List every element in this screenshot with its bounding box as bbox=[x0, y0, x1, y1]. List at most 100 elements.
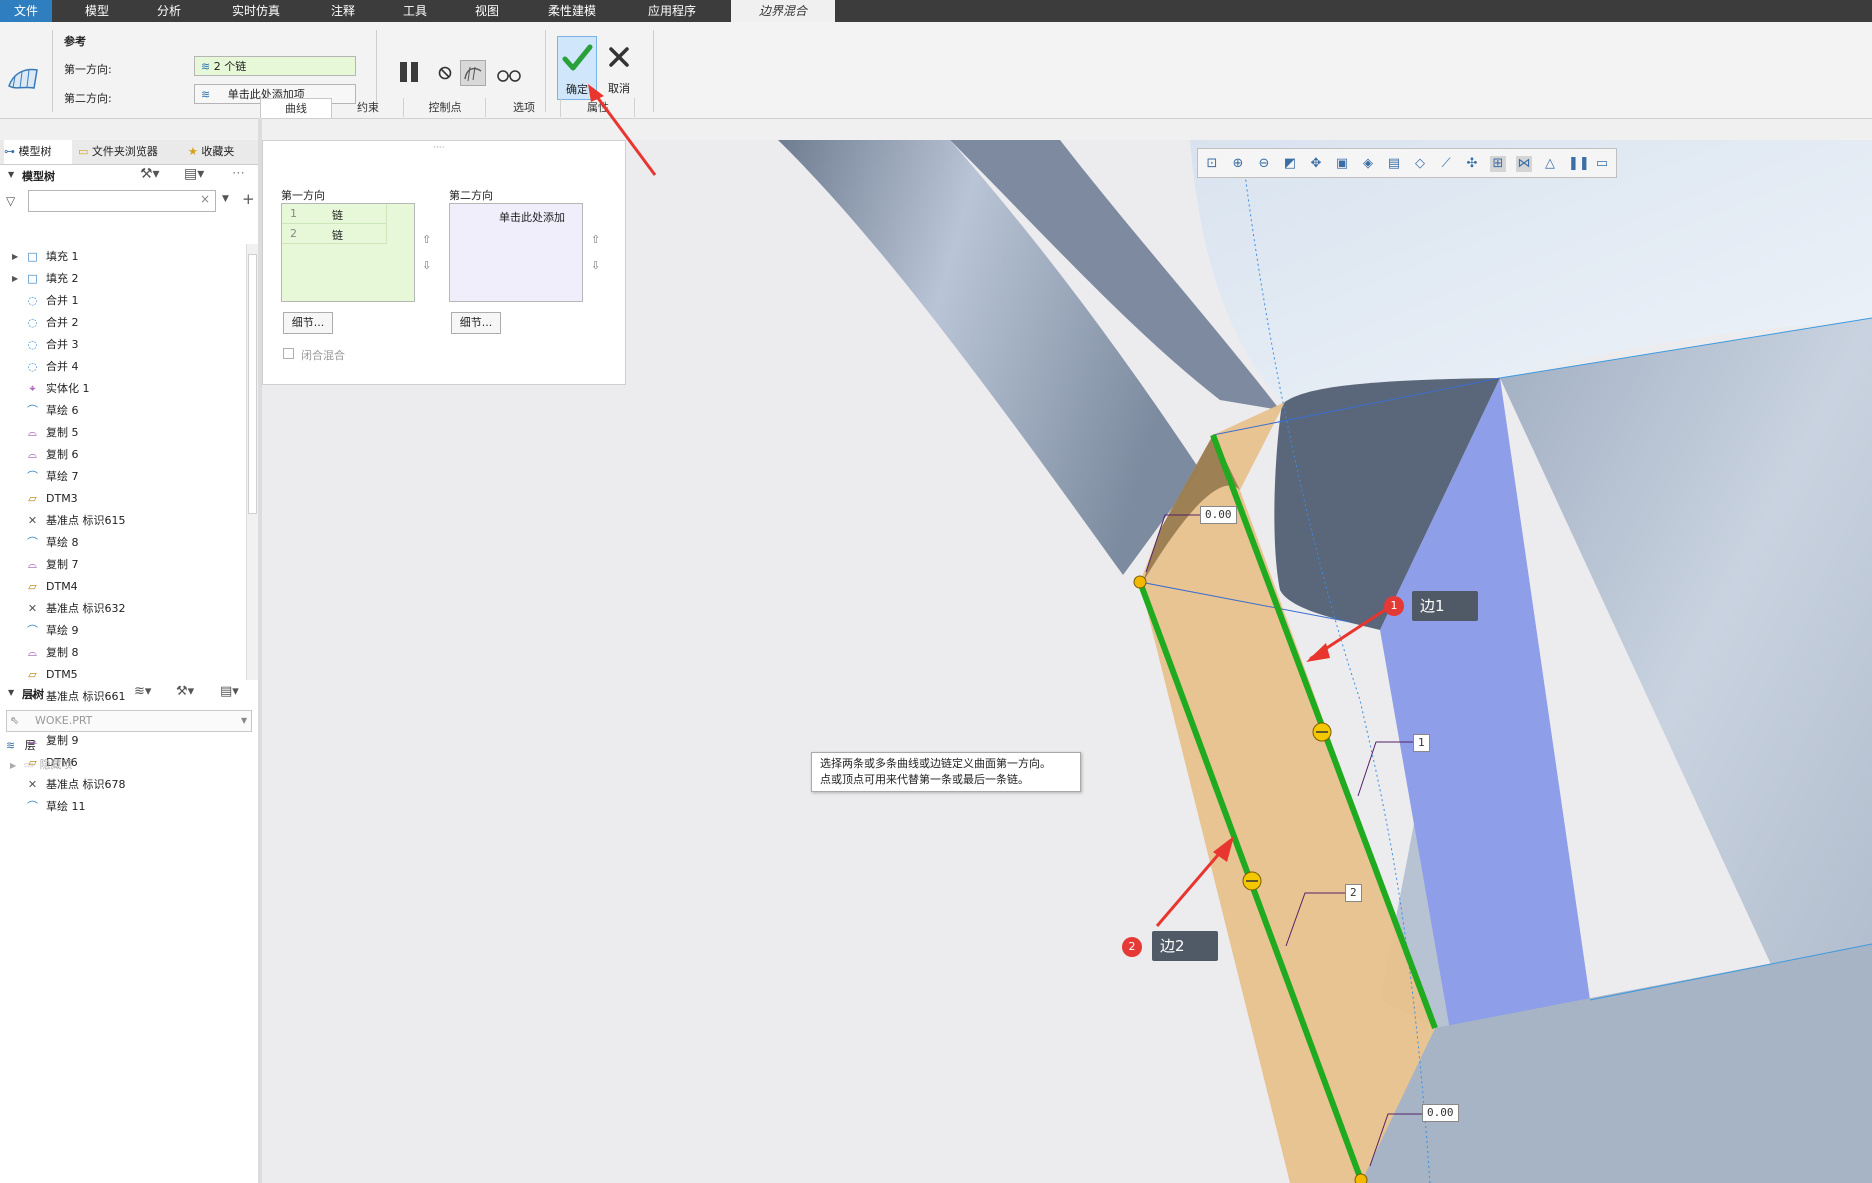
tree-item[interactable]: ⌓ 复制 9 bbox=[0, 732, 240, 750]
dropdown-icon[interactable]: ▼ bbox=[222, 194, 229, 204]
list-item[interactable]: 2 链 bbox=[282, 224, 386, 244]
menu-flexible-modeling[interactable]: 柔性建模 bbox=[536, 0, 608, 22]
tree-item[interactable]: ▱ DTM4 bbox=[0, 578, 240, 596]
glasses-icon[interactable] bbox=[496, 64, 522, 84]
closed-blend-checkbox[interactable] bbox=[283, 348, 294, 359]
display-style-icon[interactable]: ▣ bbox=[1334, 156, 1350, 172]
details-button[interactable]: 细节... bbox=[451, 312, 501, 334]
sketch-icon: ⌒ bbox=[27, 536, 38, 549]
show-icon[interactable]: ▤▾ bbox=[220, 684, 239, 699]
chain-index-tag[interactable]: 1 bbox=[1413, 734, 1430, 752]
settings-icon[interactable]: ⚒▾ bbox=[176, 684, 194, 699]
expand-icon[interactable]: ▶ bbox=[12, 270, 18, 288]
menu-view[interactable]: 视图 bbox=[456, 0, 518, 22]
clear-icon[interactable]: × bbox=[200, 192, 210, 206]
menu-applications[interactable]: 应用程序 bbox=[634, 0, 710, 22]
tab-curves[interactable]: 曲线 bbox=[260, 98, 332, 118]
add-icon[interactable]: + bbox=[242, 190, 255, 208]
hidden-items-layer[interactable]: ▶ ▭ 隐藏项 bbox=[10, 756, 73, 772]
chain-index-tag[interactable]: 2 bbox=[1345, 884, 1362, 902]
expand-icon[interactable]: ▶ bbox=[12, 248, 18, 266]
render-icon[interactable]: ▭ bbox=[1594, 156, 1610, 172]
copy-icon: ⌓ bbox=[28, 558, 37, 571]
no-preview-icon[interactable] bbox=[437, 65, 453, 81]
menu-model[interactable]: 模型 bbox=[66, 0, 128, 22]
menu-file[interactable]: 文件 bbox=[0, 0, 52, 22]
tab-constraints[interactable]: 约束 bbox=[333, 98, 404, 117]
tree-item[interactable]: ⌒ 草绘 8 bbox=[0, 534, 240, 552]
move-up-icon[interactable]: ⇧ bbox=[422, 233, 431, 246]
show-icon[interactable]: ▤▾ bbox=[184, 166, 204, 182]
zoom-in-icon[interactable]: ⊕ bbox=[1230, 156, 1246, 172]
details-button[interactable]: 细节... bbox=[283, 312, 333, 334]
list-item[interactable]: 1 链 bbox=[282, 204, 386, 224]
panel-splitter[interactable] bbox=[258, 118, 262, 1183]
menu-tools[interactable]: 工具 bbox=[384, 0, 446, 22]
dir1-collector[interactable]: ≋ 2 个链 bbox=[194, 56, 356, 76]
tree-item[interactable]: ◌ 合并 3 bbox=[0, 336, 240, 354]
filter-icon[interactable]: ▽ bbox=[6, 194, 15, 208]
filter-settings-icon[interactable]: ⋯ bbox=[232, 166, 245, 181]
dimension-tag[interactable]: 0.00 bbox=[1200, 506, 1237, 524]
section-icon[interactable]: ⟋ bbox=[1438, 156, 1454, 172]
menu-annotate[interactable]: 注释 bbox=[312, 0, 374, 22]
tree-item[interactable]: ⌓ 复制 6 bbox=[0, 446, 240, 464]
appearance-icon[interactable]: △ bbox=[1542, 156, 1558, 172]
tree-item[interactable]: ▶ □ 填充 2 bbox=[0, 270, 240, 288]
settings-icon[interactable]: ⚒▾ bbox=[140, 166, 160, 182]
saved-views-icon[interactable]: ◈ bbox=[1360, 156, 1376, 172]
scrollbar-thumb[interactable] bbox=[248, 254, 257, 514]
callout-badge-2: 2 bbox=[1122, 937, 1142, 957]
tree-item[interactable]: ⌖ 实体化 1 bbox=[0, 380, 240, 398]
tab-options[interactable]: 选项 bbox=[488, 98, 561, 117]
move-up-icon[interactable]: ⇧ bbox=[591, 233, 600, 246]
menu-analysis[interactable]: 分析 bbox=[138, 0, 200, 22]
repaint-icon[interactable]: ◩ bbox=[1282, 156, 1298, 172]
pause-animation-icon[interactable]: ❚❚ bbox=[1568, 156, 1590, 172]
tree-item[interactable]: ⌓ 复制 7 bbox=[0, 556, 240, 574]
dir2-chain-list[interactable]: 单击此处添加 bbox=[449, 203, 583, 302]
tree-item[interactable]: ▱ DTM3 bbox=[0, 490, 240, 508]
layer-root-item[interactable]: ≋ 层 bbox=[6, 737, 36, 753]
collapse-icon[interactable]: ▼ bbox=[8, 688, 14, 697]
annotation-display-icon[interactable]: ⊞ bbox=[1490, 156, 1506, 172]
tree-item[interactable]: ◌ 合并 2 bbox=[0, 314, 240, 332]
collapse-icon[interactable]: ▼ bbox=[8, 170, 14, 179]
spin-center-icon[interactable]: ⋈ bbox=[1516, 156, 1532, 172]
tab-boundary-blend[interactable]: 边界混合 bbox=[731, 0, 835, 22]
tree-item[interactable]: ⌒ 草绘 9 bbox=[0, 622, 240, 640]
tree-item[interactable]: ✕ 基准点 标识678 bbox=[0, 776, 240, 794]
menu-bar: 文件 模型 分析 实时仿真 注释 工具 视图 柔性建模 应用程序 边界混合 bbox=[0, 0, 1872, 22]
layers-icon[interactable]: ≋▾ bbox=[134, 684, 151, 699]
tree-item[interactable]: ▱ DTM5 bbox=[0, 666, 240, 684]
tree-item[interactable]: ⌓ 复制 8 bbox=[0, 644, 240, 662]
tab-folder-browser[interactable]: ▭ 文件夹浏览器 bbox=[78, 140, 178, 164]
refit-icon[interactable]: ⊡ bbox=[1204, 156, 1220, 172]
layer-model-select[interactable]: ⇖ WOKE.PRT ▼ bbox=[6, 710, 252, 732]
geometry-preview-icon[interactable] bbox=[460, 60, 486, 86]
tree-item[interactable]: ✕ 基准点 标识615 bbox=[0, 512, 240, 530]
move-down-icon[interactable]: ⇩ bbox=[591, 259, 600, 272]
tree-item[interactable]: ◌ 合并 1 bbox=[0, 292, 240, 310]
dir1-chain-list[interactable]: 1 链 2 链 bbox=[281, 203, 415, 302]
move-down-icon[interactable]: ⇩ bbox=[422, 259, 431, 272]
tab-control-points[interactable]: 控制点 bbox=[405, 98, 486, 117]
pause-icon[interactable] bbox=[398, 60, 422, 84]
tree-item[interactable]: ⌓ 复制 5 bbox=[0, 424, 240, 442]
tree-item[interactable]: ▶ □ 填充 1 bbox=[0, 248, 240, 266]
datum-display-icon[interactable]: ✣ bbox=[1464, 156, 1480, 172]
zoom-out-icon[interactable]: ⊖ bbox=[1256, 156, 1272, 172]
model-tree-search-input[interactable] bbox=[28, 190, 216, 212]
tree-item[interactable]: ⌒ 草绘 6 bbox=[0, 402, 240, 420]
tree-item[interactable]: ◌ 合并 4 bbox=[0, 358, 240, 376]
menu-simulation[interactable]: 实时仿真 bbox=[216, 0, 296, 22]
perspective-icon[interactable]: ◇ bbox=[1412, 156, 1428, 172]
view-manager-icon[interactable]: ▤ bbox=[1386, 156, 1402, 172]
dimension-tag[interactable]: 0.00 bbox=[1422, 1104, 1459, 1122]
tab-model-tree[interactable]: ⊶ 模型树 bbox=[4, 140, 72, 164]
tree-item[interactable]: ⌒ 草绘 11 bbox=[0, 798, 240, 816]
tab-favorites[interactable]: ★ 收藏夹 bbox=[188, 140, 258, 164]
tree-item[interactable]: ✕ 基准点 标识632 bbox=[0, 600, 240, 618]
tree-item[interactable]: ⌒ 草绘 7 bbox=[0, 468, 240, 486]
orientation-icon[interactable]: ✥ bbox=[1308, 156, 1324, 172]
